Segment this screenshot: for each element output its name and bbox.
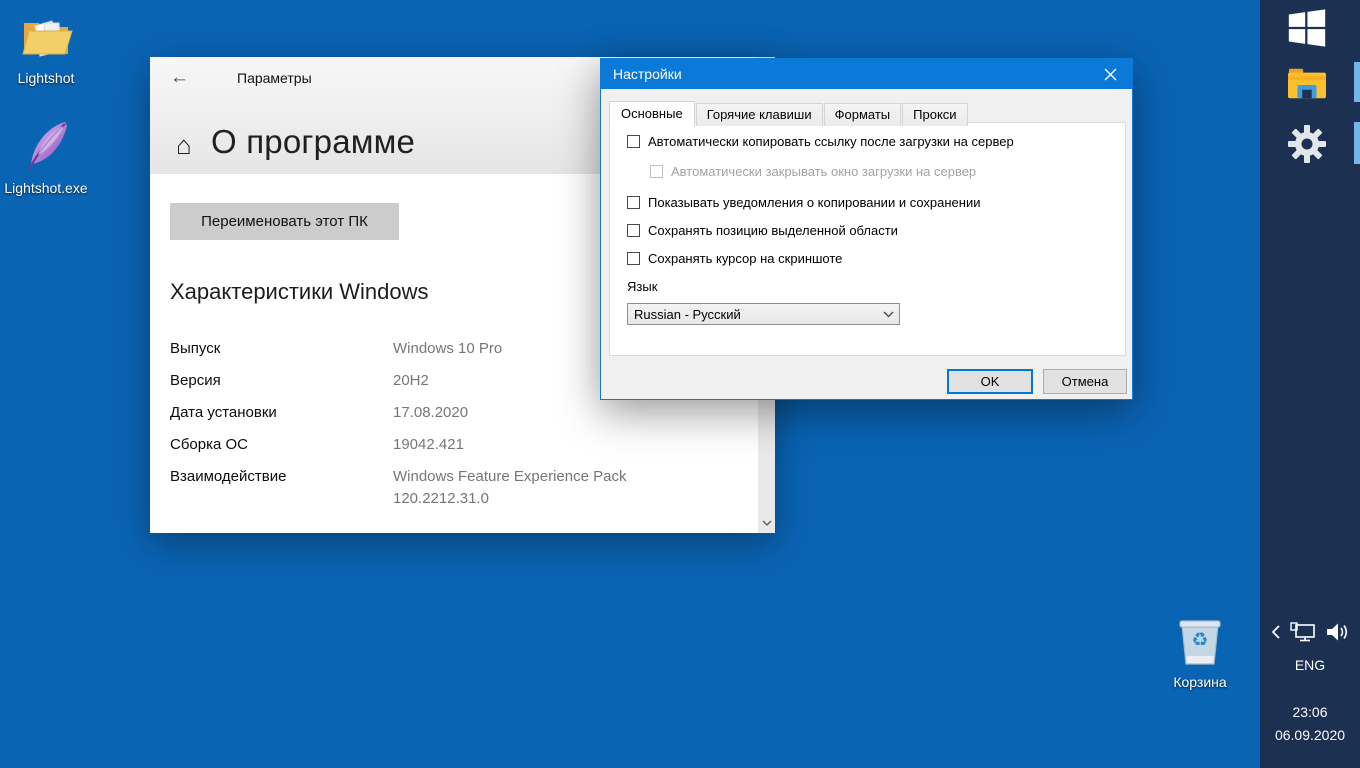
option-label: Автоматически закрывать окно загрузки на… <box>671 164 976 179</box>
checkbox-copy-link[interactable] <box>627 135 640 148</box>
svg-text:♻: ♻ <box>1191 629 1208 651</box>
checkbox-close-upload-window <box>650 165 663 178</box>
settings-taskbar-button[interactable] <box>1260 122 1354 166</box>
clock-time[interactable]: 23:06 <box>1260 704 1360 720</box>
running-app-indicator <box>1354 62 1360 102</box>
language-select[interactable]: Russian - Русский <box>627 303 900 325</box>
recycle-bin-icon: ♻ <box>1171 612 1229 670</box>
checkbox-show-notifications[interactable] <box>627 196 640 209</box>
spec-value: 19042.421 <box>393 434 693 456</box>
dialog-title: Настройки <box>613 59 682 89</box>
option-label: Показывать уведомления о копировании и с… <box>648 195 981 210</box>
close-icon[interactable] <box>1088 59 1132 89</box>
tab-formats[interactable]: Форматы <box>824 103 902 126</box>
dialog-titlebar[interactable]: Настройки <box>601 59 1132 89</box>
home-icon: ⌂ <box>176 131 192 159</box>
tab-proxy[interactable]: Прокси <box>902 103 967 126</box>
spec-value: Windows Feature Experience Pack 120.2212… <box>393 466 693 510</box>
running-app-indicator <box>1354 122 1360 164</box>
language-selected-value: Russian - Русский <box>628 307 877 322</box>
desktop-icon-recycle-bin[interactable]: ♻ Корзина <box>1154 612 1246 690</box>
checkbox-save-selection-position[interactable] <box>627 224 640 237</box>
checkbox-save-cursor[interactable] <box>627 252 640 265</box>
option-label: Автоматически копировать ссылку после за… <box>648 134 1014 149</box>
back-arrow-icon[interactable]: ← <box>170 67 189 89</box>
chevron-down-icon <box>877 311 899 318</box>
spec-label: Версия <box>170 370 393 392</box>
spec-label: Взаимодействие <box>170 466 393 510</box>
file-explorer-icon <box>1286 65 1328 103</box>
network-icon[interactable] <box>1289 620 1317 649</box>
volume-icon[interactable] <box>1324 620 1350 649</box>
spec-label: Сборка ОС <box>170 434 393 456</box>
desktop-icon-lightshot-folder[interactable]: Lightshot <box>0 8 92 86</box>
desktop-background: Lightshot Lightshot.exe <box>0 0 1360 768</box>
start-button[interactable] <box>1260 6 1354 50</box>
option-row: Автоматически закрывать окно загрузки на… <box>650 164 976 179</box>
file-explorer-button[interactable] <box>1260 62 1354 106</box>
show-hidden-icons-chevron[interactable] <box>1270 623 1282 646</box>
spec-label: Дата установки <box>170 402 393 424</box>
taskbar: ENG 23:06 06.09.2020 <box>1260 0 1360 768</box>
desktop-icon-lightshot-exe[interactable]: Lightshot.exe <box>0 118 92 196</box>
tab-main[interactable]: Основные <box>609 101 695 127</box>
desktop-icon-label: Корзина <box>1173 674 1226 690</box>
clock-date[interactable]: 06.09.2020 <box>1260 727 1360 743</box>
tab-page-main: Автоматически копировать ссылку после за… <box>609 122 1126 356</box>
option-row: Сохранять курсор на скриншоте <box>627 251 842 266</box>
option-row: Показывать уведомления о копировании и с… <box>627 195 981 210</box>
table-row: Взаимодействие Windows Feature Experienc… <box>170 466 693 510</box>
scroll-down-arrow-icon[interactable] <box>758 516 775 531</box>
table-row: Сборка ОС 19042.421 <box>170 434 693 456</box>
desktop-icon-label: Lightshot.exe <box>4 180 87 196</box>
page-title: О программе <box>211 123 415 161</box>
language-indicator[interactable]: ENG <box>1260 657 1360 673</box>
option-label: Сохранять курсор на скриншоте <box>648 251 842 266</box>
table-row: Дата установки 17.08.2020 <box>170 402 693 424</box>
option-label: Сохранять позицию выделенной области <box>648 223 898 238</box>
option-row: Автоматически копировать ссылку после за… <box>627 134 1014 149</box>
windows-logo-icon <box>1287 7 1327 49</box>
ok-button[interactable]: OK <box>947 369 1033 394</box>
folder-icon <box>17 8 75 66</box>
language-label: Язык <box>627 279 657 294</box>
lightshot-settings-dialog: Настройки Основные Горячие клавиши Форма… <box>600 58 1133 400</box>
settings-window-title: Параметры <box>237 70 312 86</box>
rename-pc-button[interactable]: Переименовать этот ПК <box>170 203 399 240</box>
feather-icon <box>17 118 75 176</box>
cancel-button[interactable]: Отмена <box>1043 369 1127 394</box>
gear-icon <box>1287 124 1327 164</box>
option-row: Сохранять позицию выделенной области <box>627 223 898 238</box>
windows-specs-heading: Характеристики Windows <box>170 279 428 305</box>
spec-value: 17.08.2020 <box>393 402 693 424</box>
dialog-tabs: Основные Горячие клавиши Форматы Прокси <box>609 100 969 126</box>
system-tray <box>1260 620 1360 648</box>
desktop-icon-label: Lightshot <box>18 70 75 86</box>
spec-label: Выпуск <box>170 338 393 360</box>
tab-hotkeys[interactable]: Горячие клавиши <box>696 103 823 126</box>
